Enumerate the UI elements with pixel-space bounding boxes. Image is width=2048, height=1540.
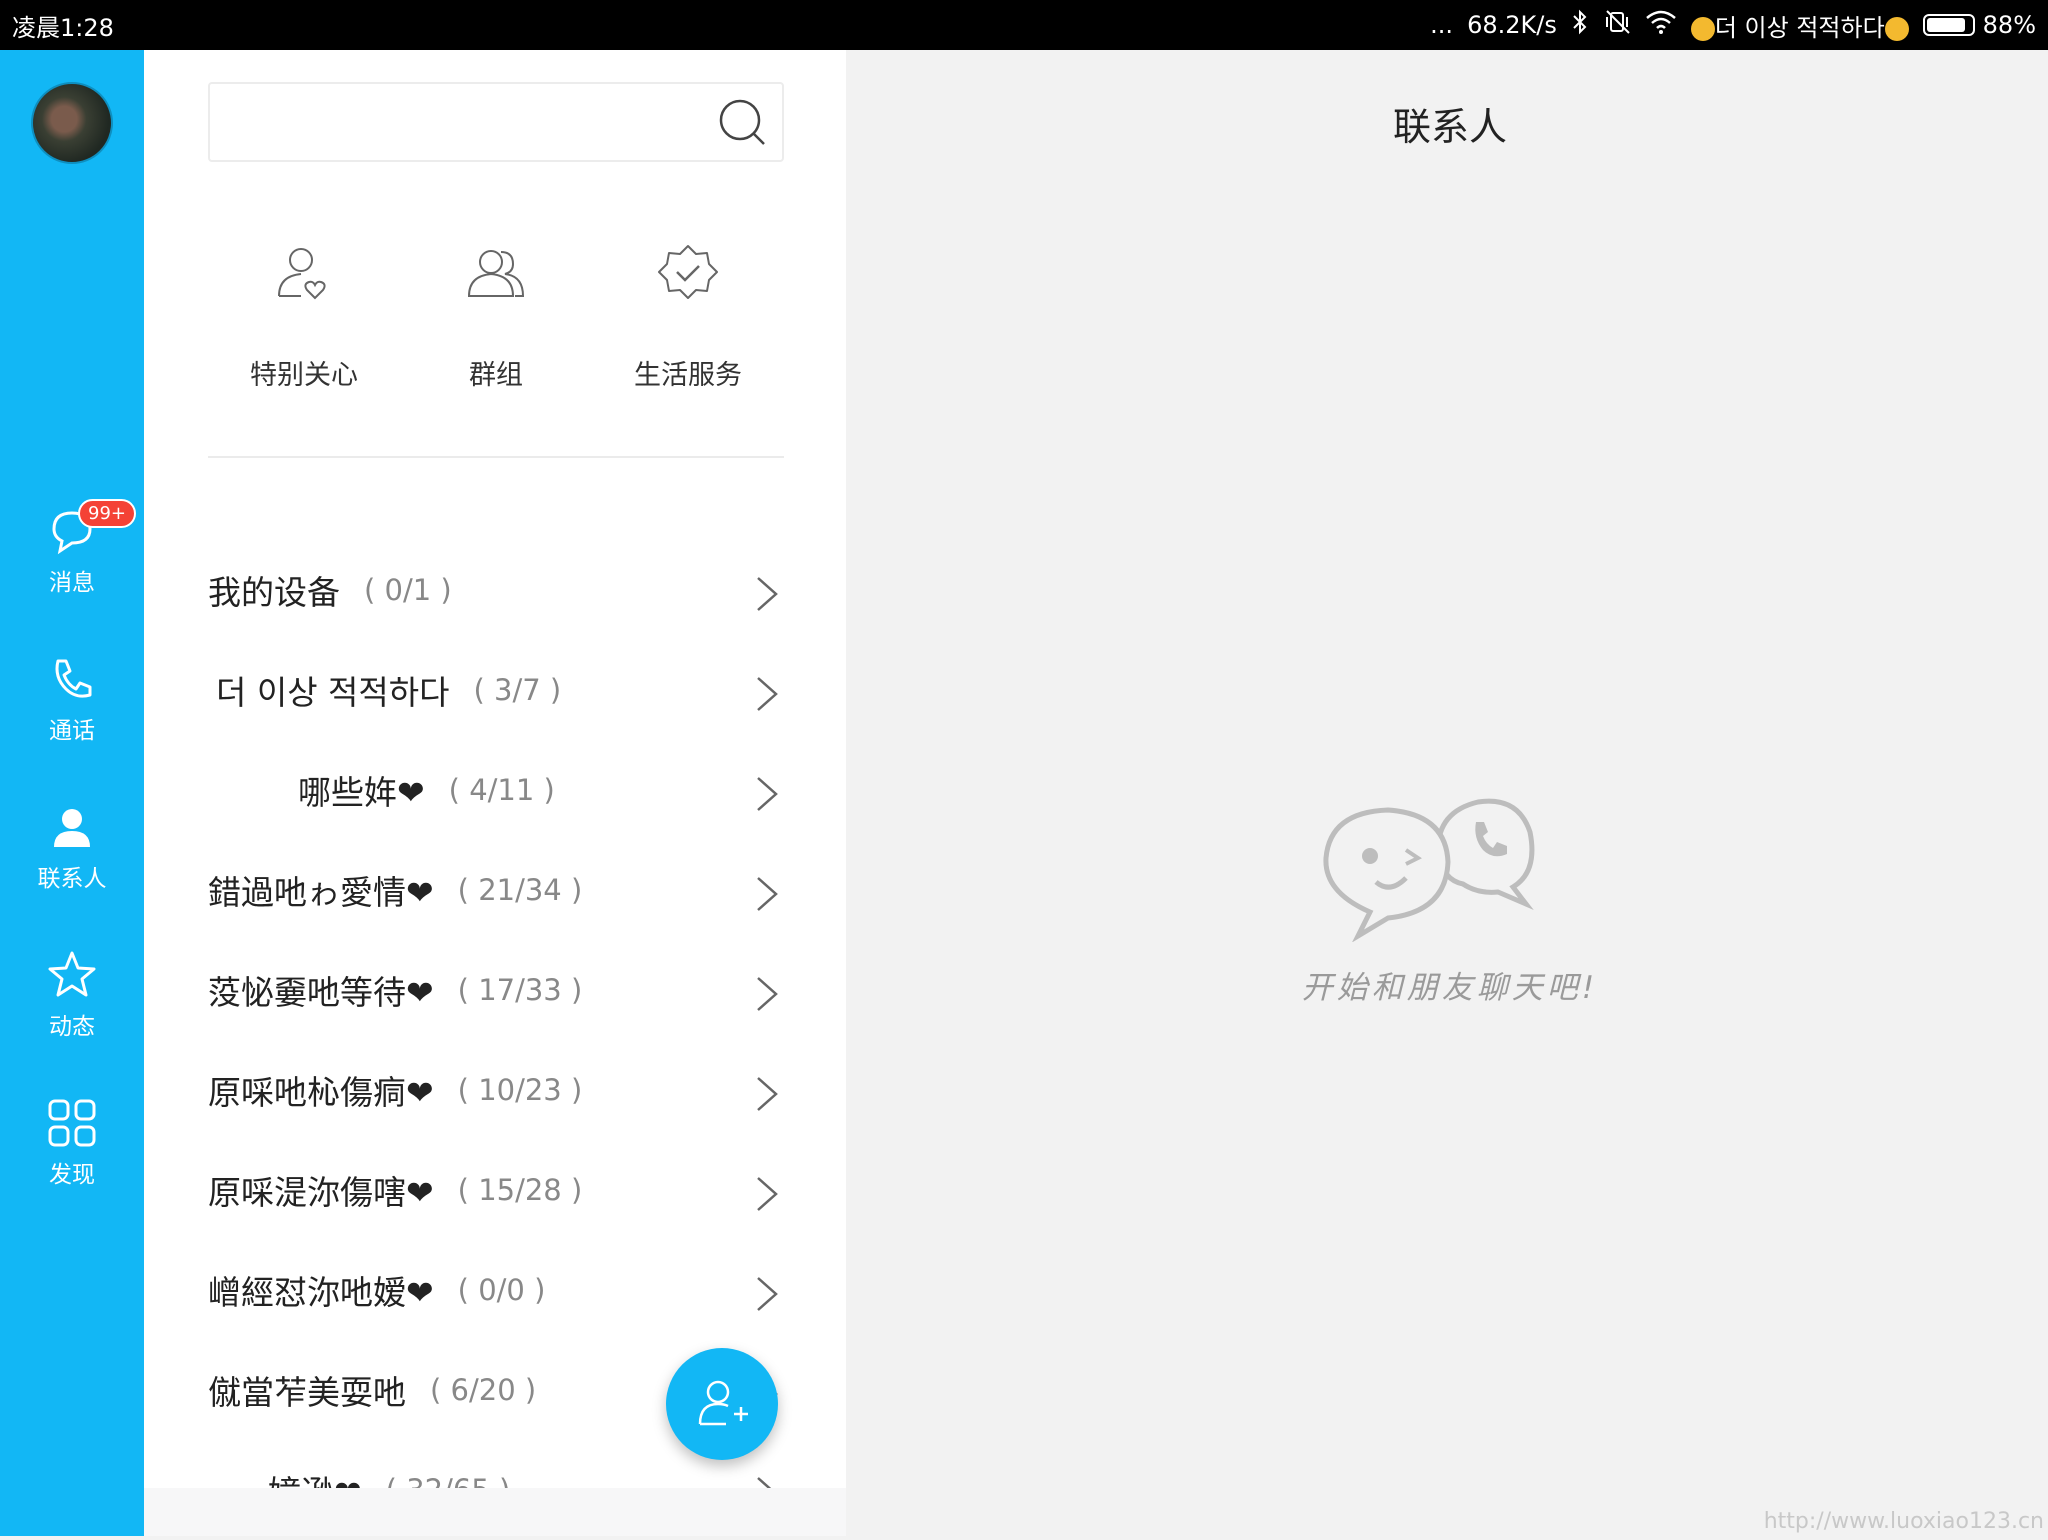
group-name: 我的设备: [208, 566, 340, 614]
nav-label: 发现: [49, 1155, 95, 1189]
nav-label: 动态: [49, 1007, 95, 1041]
status-time: 凌晨1:28: [12, 8, 114, 43]
grid-icon: [46, 1097, 98, 1149]
nav-contacts[interactable]: 联系人: [0, 801, 144, 893]
group-icon: [461, 240, 531, 310]
chevron-right-icon: [754, 974, 780, 1014]
search-icon[interactable]: [718, 98, 768, 148]
contacts-panel: 特别关心 群组 生活服务 我的设备 ( 0/1 ) 더 이상 적적하다 ( 3/7 )…: [144, 50, 846, 1536]
group-row[interactable]: 原啋湜沵傷嗐❤ ( 15/28 ): [208, 1140, 784, 1240]
group-row[interactable]: 我的设备 ( 0/1 ): [208, 540, 784, 640]
battery-icon: [1923, 14, 1975, 36]
group-count: ( 15/28 ): [458, 1173, 583, 1207]
star-icon: [46, 949, 98, 1001]
panel-footer: [144, 1488, 846, 1536]
group-name: 哪些姩❤: [298, 766, 425, 814]
group-row[interactable]: 錯過吔ゎ愛情❤ ( 21/34 ): [208, 840, 784, 940]
nav-calls[interactable]: 通话: [0, 653, 144, 745]
group-row[interactable]: 哪些姩❤ ( 4/11 ): [208, 740, 784, 840]
life-services-button[interactable]: 生活服务: [592, 240, 784, 392]
quick-label: 特别关心: [208, 353, 400, 392]
group-count: ( 3/7 ): [474, 673, 562, 707]
group-count: ( 21/34 ): [458, 873, 583, 907]
group-name: 僦當苲美耍吔: [208, 1366, 406, 1414]
bluetooth-icon: [1571, 9, 1589, 41]
group-count: ( 0/1 ): [364, 573, 452, 607]
group-name: 더 이상 적적하다: [216, 666, 450, 714]
nav-discover[interactable]: 发现: [0, 1097, 144, 1189]
chevron-right-icon: [754, 674, 780, 714]
nav-label: 消息: [49, 563, 95, 597]
group-name: 原啋湜沵傷嗐❤: [208, 1166, 434, 1214]
group-name: 原啋吔杺傷痌❤: [208, 1066, 434, 1114]
group-count: ( 6/20 ): [430, 1373, 536, 1407]
add-contact-button[interactable]: [666, 1348, 778, 1460]
chevron-right-icon: [754, 1174, 780, 1214]
signal-dots: ...: [1430, 11, 1453, 39]
group-row[interactable]: 原啋吔杺傷痌❤ ( 10/23 ): [208, 1040, 784, 1140]
group-count: ( 0/0 ): [458, 1273, 546, 1307]
special-care-button[interactable]: 特别关心: [208, 240, 400, 392]
group-name: 嶒經怼沵吔嫒❤: [208, 1266, 434, 1314]
group-count: ( 4/11 ): [449, 773, 555, 807]
notification-text: 더 이상 적적하다: [1691, 8, 1909, 43]
group-count: ( 17/33 ): [458, 973, 583, 1007]
chat-bubbles-icon: [1318, 772, 1568, 942]
chevron-right-icon: [754, 1074, 780, 1114]
quick-label: 生活服务: [592, 353, 784, 392]
group-name: 莈怭嫑吔等待❤: [208, 966, 434, 1014]
quick-label: 群组: [400, 353, 592, 392]
battery-percent: 88%: [1983, 11, 2036, 39]
group-row[interactable]: 더 이상 적적하다 ( 3/7 ): [208, 640, 784, 740]
left-rail: 99+ 消息 通话 联系人 动态 发现: [0, 50, 144, 1536]
status-bar: 凌晨1:28 ... 68.2K/s 더 이상 적적하다 88%: [0, 0, 2048, 50]
search-input[interactable]: [208, 82, 784, 162]
nav-label: 通话: [49, 711, 95, 745]
group-name: 錯過吔ゎ愛情❤: [208, 866, 434, 914]
nav-label: 联系人: [38, 859, 107, 893]
special-care-icon: [269, 240, 339, 310]
watermark: http://www.luoxiao123.cn: [1764, 1509, 2044, 1534]
phone-icon: [46, 653, 98, 705]
empty-state-text: 开始和朋友聊天吧!: [1240, 962, 1660, 1007]
group-count: ( 10/23 ): [458, 1073, 583, 1107]
nav-moments[interactable]: 动态: [0, 949, 144, 1041]
emoji-icon: [1885, 17, 1909, 41]
avatar[interactable]: [31, 82, 113, 164]
chevron-right-icon: [754, 1274, 780, 1314]
group-row[interactable]: 嶒經怼沵吔嫒❤ ( 0/0 ): [208, 1240, 784, 1340]
wifi-icon: [1645, 9, 1677, 41]
groups-button[interactable]: 群组: [400, 240, 592, 392]
contact-icon: [46, 801, 98, 853]
chevron-right-icon: [754, 574, 780, 614]
vibrate-mute-icon: [1603, 9, 1631, 41]
group-row[interactable]: 莈怭嫑吔等待❤ ( 17/33 ): [208, 940, 784, 1040]
nav-messages[interactable]: 99+ 消息: [0, 505, 144, 597]
emoji-icon: [1691, 17, 1715, 41]
chevron-right-icon: [754, 874, 780, 914]
life-service-icon: [653, 240, 723, 310]
battery-indicator: 88%: [1923, 11, 2036, 39]
divider: [208, 456, 784, 458]
chevron-right-icon: [754, 774, 780, 814]
unread-badge: 99+: [78, 499, 136, 528]
network-speed: 68.2K/s: [1467, 11, 1557, 39]
page-title: 联系人: [1300, 96, 1600, 151]
add-user-icon: [692, 1374, 752, 1434]
